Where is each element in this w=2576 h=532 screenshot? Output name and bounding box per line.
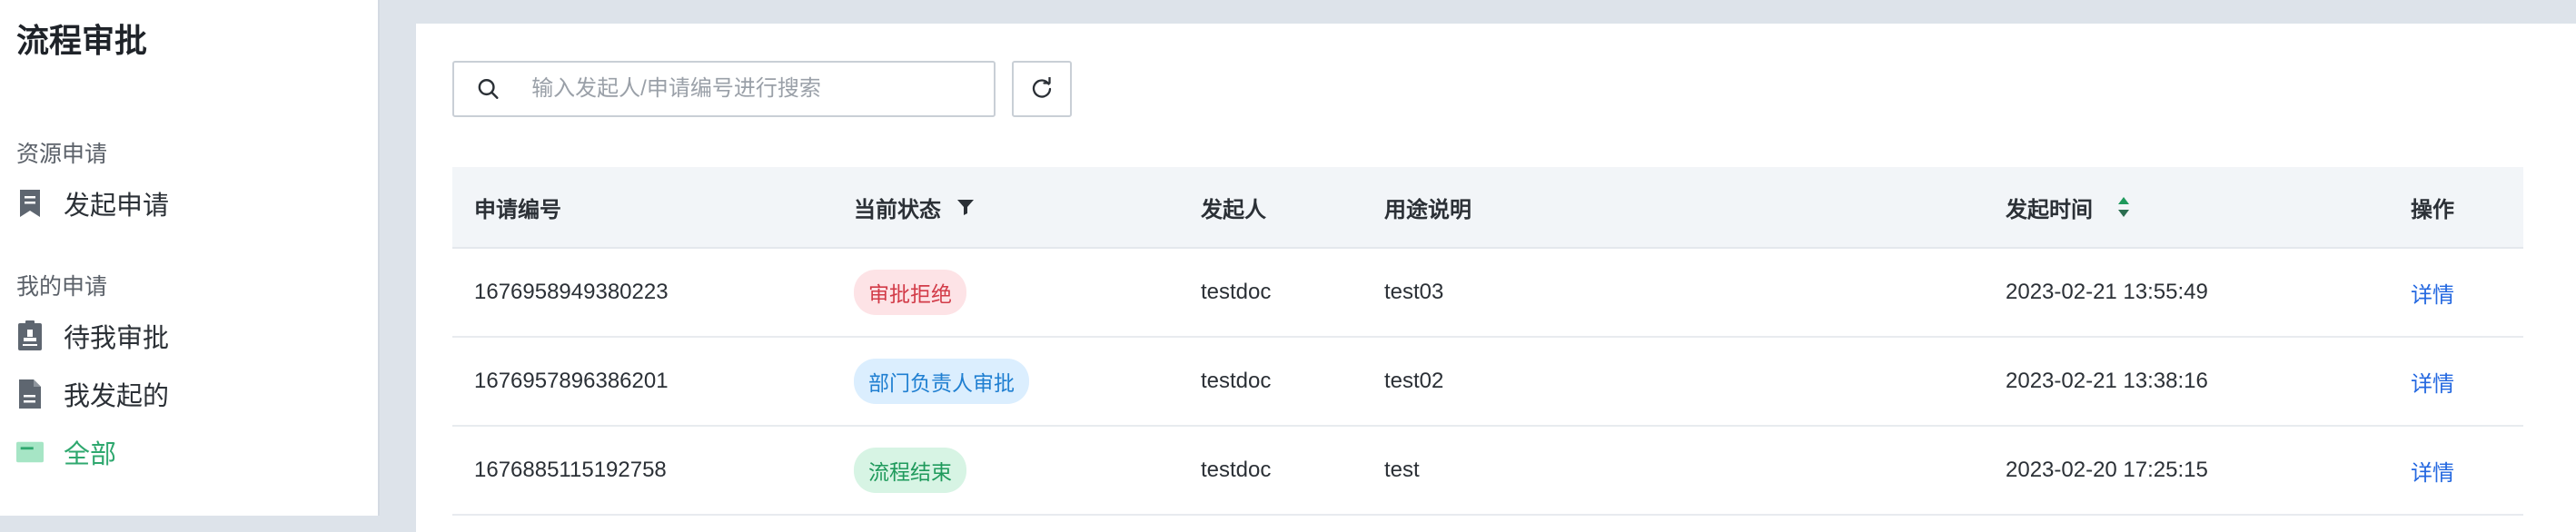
purpose: test03: [1384, 280, 1444, 304]
details-link[interactable]: 详情: [2411, 427, 2454, 514]
header-time: 发起时间: [2006, 167, 2131, 247]
refresh-icon: [1032, 77, 1052, 98]
header-purpose: 用途说明: [1384, 197, 1471, 222]
details-link[interactable]: 详情: [2411, 338, 2454, 425]
table-row: 1676958949380223 审批拒绝 testdoc test03 202…: [452, 249, 2523, 338]
header-status: 当前状态: [854, 167, 976, 247]
search-box[interactable]: [452, 61, 996, 117]
status-badge: 部门负责人审批: [854, 359, 1029, 404]
folder-icon: [16, 437, 44, 468]
refresh-button[interactable]: [1012, 61, 1072, 117]
sidebar-item-label: 全部: [64, 440, 117, 469]
initiated-time: 2023-02-20 17:25:15: [2006, 458, 2208, 482]
request-id: 1676958949380223: [474, 280, 669, 304]
header-action: 操作: [2411, 197, 2454, 222]
initiator: testdoc: [1201, 458, 1272, 482]
initiated-time: 2023-02-21 13:38:16: [2006, 369, 2208, 393]
clipboard-stamp-icon: [16, 320, 44, 351]
request-id: 1676957896386201: [474, 369, 669, 393]
header-request-id: 申请编号: [474, 197, 561, 222]
document-icon: [16, 379, 44, 409]
sidebar-item-pending-approval[interactable]: 待我审批: [16, 316, 169, 356]
initiator: testdoc: [1201, 369, 1272, 393]
sidebar-item-label: 我发起的: [64, 382, 170, 411]
app-title: 流程审批: [16, 22, 148, 59]
status-cell: 部门负责人审批: [854, 338, 1029, 425]
sidebar-item-label: 发起申请: [64, 192, 170, 221]
search-input[interactable]: [530, 75, 994, 103]
requests-table: 申请编号 当前状态 发起人 用途说明 发起时间 操作 1676958949380…: [452, 167, 2523, 516]
initiator: testdoc: [1201, 280, 1272, 304]
request-id: 1676885115192758: [474, 458, 667, 482]
header-status-label: 当前状态: [854, 197, 941, 222]
purpose: test02: [1384, 369, 1444, 393]
bookmark-icon: [16, 188, 44, 219]
header-initiator: 发起人: [1201, 197, 1266, 222]
sidebar-item-all[interactable]: 全部: [16, 432, 116, 472]
purpose: test: [1384, 458, 1420, 482]
initiated-time: 2023-02-21 13:55:49: [2006, 280, 2208, 304]
table-header: 申请编号 当前状态 发起人 用途说明 发起时间 操作: [452, 167, 2523, 249]
status-badge: 流程结束: [854, 448, 966, 493]
group-title-resource-request: 资源申请: [16, 142, 108, 167]
sidebar-item-my-initiated[interactable]: 我发起的: [16, 374, 169, 414]
sidebar-item-new-request[interactable]: 发起申请: [16, 183, 169, 223]
table-row: 1676957896386201 部门负责人审批 testdoc test02 …: [452, 338, 2523, 427]
table-row: 1676885115192758 流程结束 testdoc test 2023-…: [452, 427, 2523, 516]
main-panel: 申请编号 当前状态 发起人 用途说明 发起时间 操作 1676958949380…: [416, 24, 2576, 532]
group-title-my-requests: 我的申请: [16, 274, 108, 300]
sort-icon[interactable]: [2116, 195, 2131, 219]
sidebar: 流程审批 资源申请 发起申请 我的申请 待我审批 我发起的 全部: [0, 0, 380, 516]
sidebar-item-label: 待我审批: [64, 324, 170, 353]
details-link[interactable]: 详情: [2411, 249, 2454, 336]
filter-icon[interactable]: [956, 197, 976, 217]
status-cell: 审批拒绝: [854, 249, 966, 336]
status-badge: 审批拒绝: [854, 270, 966, 315]
status-cell: 流程结束: [854, 427, 966, 514]
search-icon: [478, 79, 499, 99]
header-time-label: 发起时间: [2006, 197, 2093, 222]
